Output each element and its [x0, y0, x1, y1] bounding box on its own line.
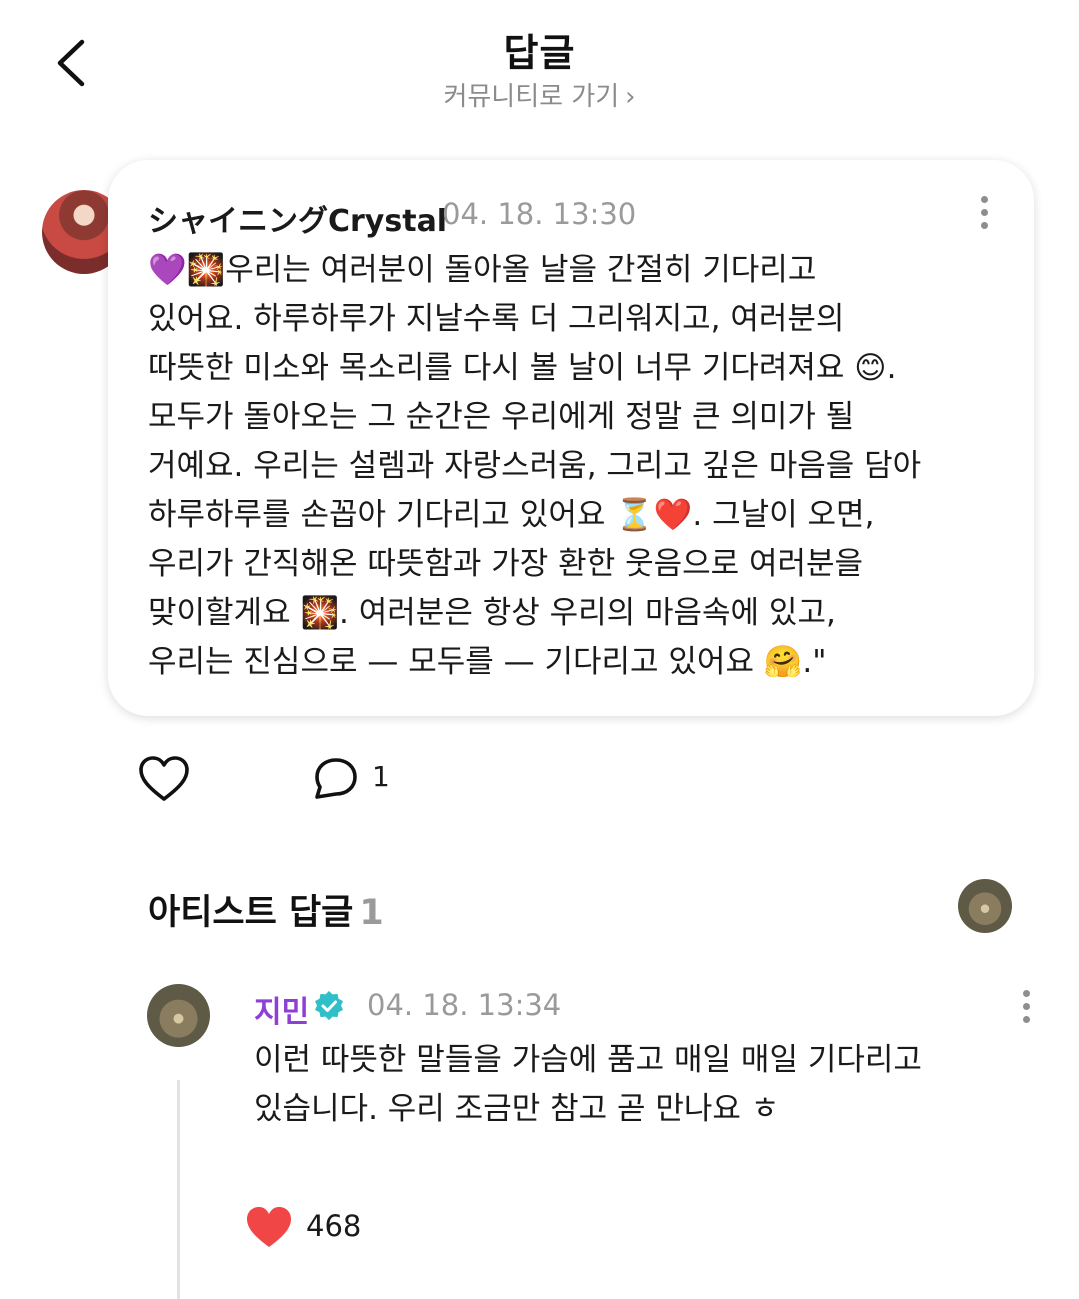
heart-outline-icon	[139, 756, 189, 801]
reply-body-text: 이런 따뜻한 말들을 가슴에 품고 매일 매일 기다리고 있습니다. 우리 조금…	[254, 1042, 922, 1127]
more-vertical-icon-dot	[1022, 1016, 1030, 1023]
reply-timestamp: 04. 18. 13:34	[367, 988, 562, 1022]
comment-count: 1	[372, 760, 390, 793]
reply-author-name[interactable]: 지민	[254, 987, 309, 1031]
more-vertical-icon	[980, 196, 988, 203]
chevron-right-icon: ›	[625, 82, 636, 112]
more-vertical-icon	[1022, 990, 1030, 997]
more-vertical-icon-dot	[1022, 1003, 1030, 1010]
reply-author-avatar[interactable]	[147, 984, 210, 1047]
comment-bubble-icon	[315, 758, 357, 799]
verified-badge-icon	[315, 991, 343, 1021]
post-timestamp: 04. 18. 13:30	[442, 197, 637, 231]
post-like-button[interactable]	[136, 754, 192, 804]
artist-replies-heading: 아티스트 답글 1	[148, 884, 384, 935]
reply-like-count: 468	[306, 1209, 362, 1243]
post-more-options-button[interactable]	[974, 196, 994, 236]
page-title: 답글	[503, 31, 576, 75]
heart-filled-icon	[247, 1207, 291, 1247]
more-vertical-icon-dot	[980, 222, 988, 229]
reply-screen: 답글 커뮤니티로 가기 › シャイニングCrystal 04. 18. 13:30…	[0, 0, 1079, 1299]
thread-line	[177, 1080, 180, 1299]
artist-avatar-small[interactable]	[958, 879, 1012, 933]
post-body-text: 💜🎇우리는 여러분이 돌아올 날을 간절히 기다리고 있어요. 하루하루가 지날…	[148, 252, 922, 680]
artist-replies-count: 1	[359, 893, 384, 933]
more-vertical-icon-dot	[980, 209, 988, 216]
reply-like-button[interactable]	[244, 1204, 294, 1250]
artist-replies-label: 아티스트 답글	[148, 893, 354, 933]
reply-more-options-button[interactable]	[1016, 990, 1036, 1030]
go-to-community-link[interactable]: 커뮤니티로 가기 ›	[0, 76, 1079, 113]
post-author-name[interactable]: シャイニングCrystal	[148, 196, 447, 240]
post-card: シャイニングCrystal 04. 18. 13:30 💜🎇우리는 여러분이 돌…	[108, 160, 1034, 716]
post-comment-button[interactable]	[312, 756, 360, 802]
community-link-label: 커뮤니티로 가기	[443, 82, 620, 112]
